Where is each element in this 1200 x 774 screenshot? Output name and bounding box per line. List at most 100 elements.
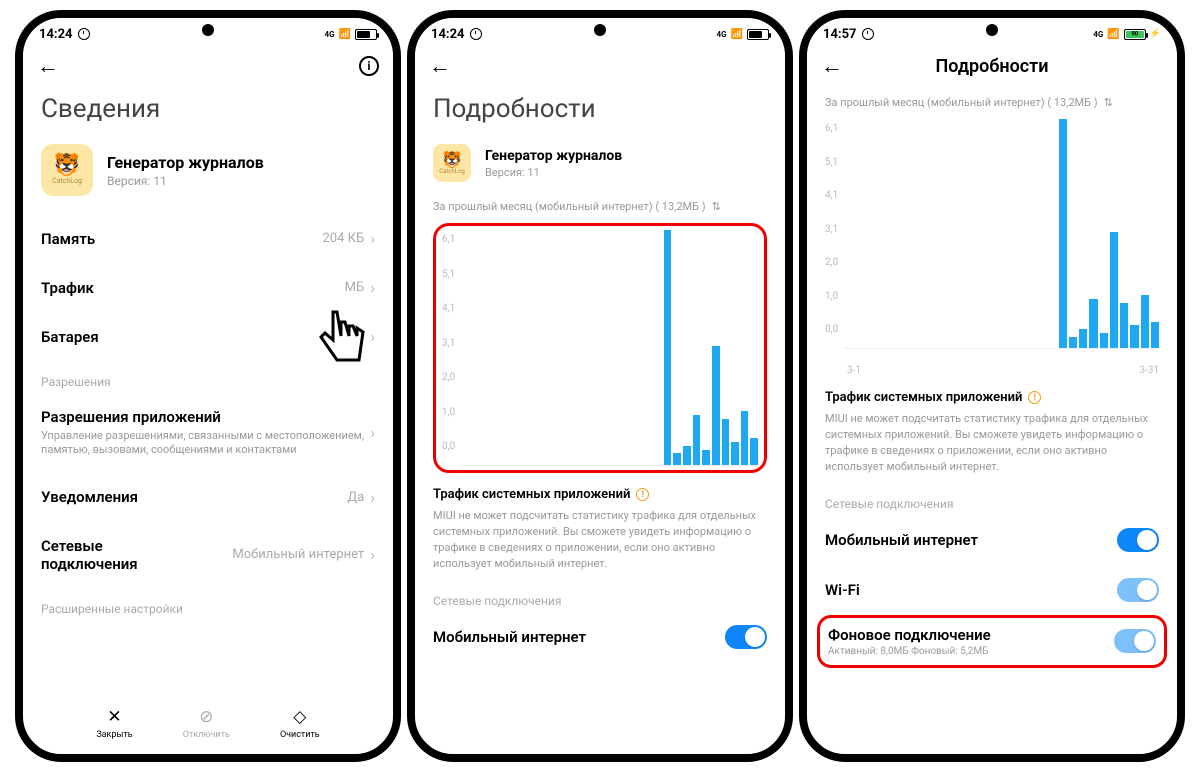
app-icon: 🐯CatchLog <box>41 144 93 196</box>
background-sub: Активный: 8,0МБ Фоновый: 5,2МБ <box>828 646 991 657</box>
signal-icon: 📶 <box>339 29 351 40</box>
alarm-icon <box>78 28 90 40</box>
chart-bar <box>1130 325 1138 348</box>
phone-screen-1: 14:24 4G 📶 64 ← i Сведения 🐯CatchLog Ген… <box>15 10 401 762</box>
disable-button[interactable]: ⊘Отключить <box>183 707 230 740</box>
app-header: 🐯CatchLog Генератор журналов Версия: 11 <box>41 144 375 196</box>
traffic-chart: 6,15,14,13,12,01,00,0 <box>825 119 1159 349</box>
network-header: Сетевые подключения <box>825 497 1159 511</box>
chart-bar <box>1089 299 1097 348</box>
disable-icon: ⊘ <box>199 707 213 727</box>
warning-icon: ! <box>1028 391 1041 404</box>
close-button[interactable]: ✕Закрыть <box>96 707 132 740</box>
clear-icon: ◇ <box>293 707 306 727</box>
chart-bar <box>693 415 701 465</box>
chart-bars <box>461 230 758 466</box>
signal-icon: 📶 <box>1107 29 1119 40</box>
page-title: Подробности <box>433 94 767 124</box>
wifi-toggle[interactable] <box>1117 578 1159 602</box>
status-time: 14:24 <box>39 27 73 42</box>
notifications-value: Да <box>347 490 364 505</box>
system-traffic-title: Трафик системных приложений ! <box>433 487 767 502</box>
alarm-icon <box>862 28 874 40</box>
permissions-row[interactable]: Разрешения приложений Управление разреше… <box>41 393 375 473</box>
system-traffic-title: Трафик системных приложений ! <box>825 390 1159 405</box>
mobile-internet-toggle[interactable] <box>725 625 767 649</box>
back-button[interactable]: ← <box>37 53 59 79</box>
chart-bar <box>1120 303 1128 348</box>
mobile-internet-label: Мобильный интернет <box>433 628 586 646</box>
network-label: Сетевые подключения <box>41 537 171 573</box>
chart-bar <box>741 411 749 465</box>
charging-icon: ⚡ <box>1150 29 1161 39</box>
mobile-internet-toggle[interactable] <box>1117 528 1159 552</box>
chart-bar <box>731 442 739 465</box>
back-button[interactable]: ← <box>429 53 451 79</box>
traffic-chart: 6,15,14,13,12,01,00,0 <box>433 223 767 473</box>
memory-label: Память <box>41 230 95 248</box>
app-header: 🐯CatchLog Генератор журналов Версия: 11 <box>433 144 767 182</box>
top-bar: ← Подробности <box>807 44 1177 88</box>
page-title: Подробности <box>821 56 1163 77</box>
battery-icon: 90 <box>1124 29 1146 40</box>
chart-bar <box>683 446 691 465</box>
app-version: Версия: 11 <box>485 166 622 179</box>
mobile-internet-label: Мобильный интернет <box>825 531 978 549</box>
background-connection-row-highlighted: Фоновое подключение Активный: 8,0МБ Фоно… <box>817 615 1167 668</box>
alarm-icon <box>470 28 482 40</box>
app-icon: 🐯CatchLog <box>433 144 471 182</box>
network-row[interactable]: Сетевые подключения Мобильный интернет › <box>41 522 375 588</box>
page-title: Сведения <box>41 94 375 124</box>
memory-row[interactable]: Память 204 КБ › <box>41 214 375 263</box>
warning-icon: ! <box>636 488 649 501</box>
clear-button[interactable]: ◇Очистить <box>280 707 320 740</box>
wifi-row: Wi-Fi <box>825 565 1159 615</box>
mobile-internet-row: Мобильный интернет <box>433 612 767 662</box>
info-button[interactable]: i <box>359 56 379 76</box>
chevron-right-icon: › <box>370 423 375 442</box>
permissions-label: Разрешения приложений <box>41 408 364 426</box>
traffic-label: Трафик <box>41 279 94 297</box>
chart-y-axis: 6,15,14,13,12,01,00,0 <box>825 119 844 349</box>
background-label: Фоновое подключение <box>828 626 991 644</box>
system-traffic-desc: MIUI не может подсчитать статистику траф… <box>433 508 767 572</box>
chart-bar <box>1079 329 1087 348</box>
chevron-right-icon: › <box>370 545 375 564</box>
background-toggle[interactable] <box>1114 629 1156 653</box>
chevron-right-icon: › <box>370 229 375 248</box>
chart-bar <box>1151 322 1159 348</box>
wifi-label: Wi-Fi <box>825 581 860 599</box>
notifications-label: Уведомления <box>41 488 138 506</box>
network-icon: 4G <box>717 30 727 39</box>
chart-bar <box>1100 333 1108 348</box>
chevron-updown-icon: ⇅ <box>712 200 721 213</box>
permissions-header: Разрешения <box>41 375 375 389</box>
bottom-bar: ✕Закрыть ⊘Отключить ◇Очистить <box>23 692 393 754</box>
filter-dropdown[interactable]: За прошлый месяц (мобильный интернет) ( … <box>433 200 767 213</box>
battery-row[interactable]: Батарея › <box>41 312 375 361</box>
chevron-right-icon: › <box>370 278 375 297</box>
camera-hole <box>202 24 214 36</box>
chart-bar <box>673 453 681 465</box>
filter-dropdown[interactable]: За прошлый месяц (мобильный интернет) ( … <box>825 96 1159 109</box>
chart-bars <box>844 119 1159 349</box>
camera-hole <box>986 24 998 36</box>
status-time: 14:24 <box>431 27 465 42</box>
chevron-updown-icon: ⇅ <box>1104 96 1113 109</box>
chevron-right-icon: › <box>370 488 375 507</box>
chart-y-axis: 6,15,14,13,12,01,00,0 <box>442 230 461 466</box>
mobile-internet-row: Мобильный интернет <box>825 515 1159 565</box>
network-value: Мобильный интернет <box>232 547 364 562</box>
chart-x-axis: 3-13-31 <box>825 363 1159 376</box>
traffic-row[interactable]: Трафик МБ › <box>41 263 375 312</box>
network-icon: 4G <box>1093 30 1103 39</box>
app-name: Генератор журналов <box>107 153 264 172</box>
status-time: 14:57 <box>823 27 857 42</box>
close-icon: ✕ <box>107 707 121 727</box>
network-header: Сетевые подключения <box>433 594 767 608</box>
chart-bar <box>1141 295 1149 348</box>
chart-bar <box>702 450 710 465</box>
phone-screen-3: 14:57 4G 📶 90 ⚡ ← Подробности За прошлый… <box>799 10 1185 762</box>
notifications-row[interactable]: Уведомления Да › <box>41 473 375 522</box>
chart-bar <box>664 230 672 465</box>
